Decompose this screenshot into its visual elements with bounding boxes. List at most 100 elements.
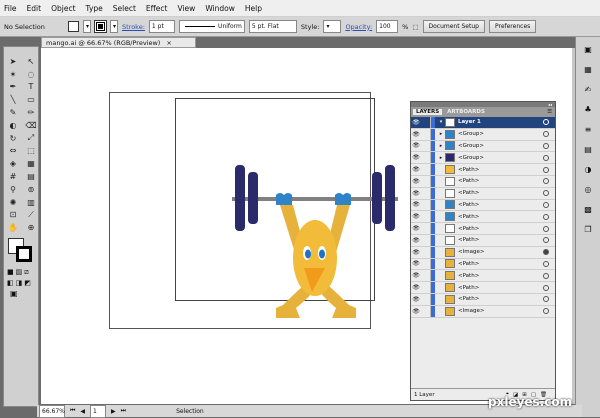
layer-item-row[interactable]: 👁 <Path> bbox=[411, 270, 555, 283]
target-icon[interactable] bbox=[543, 225, 549, 232]
eye-icon[interactable]: 👁 bbox=[411, 237, 421, 244]
tab-layers[interactable]: LAYERS bbox=[413, 109, 443, 115]
lock-toggle[interactable] bbox=[421, 164, 431, 175]
eye-icon[interactable]: 👁 bbox=[411, 225, 421, 232]
lock-toggle[interactable] bbox=[421, 305, 431, 317]
target-icon[interactable] bbox=[543, 308, 549, 315]
stroke-panel-icon[interactable]: ≡ bbox=[582, 125, 594, 137]
target-icon[interactable] bbox=[543, 296, 549, 303]
item-thumbnail bbox=[445, 235, 455, 245]
eye-icon[interactable]: 👁 bbox=[411, 213, 421, 220]
layer-item-row[interactable]: 👁 <Image> bbox=[411, 246, 555, 259]
eye-icon[interactable]: 👁 bbox=[411, 142, 421, 149]
lock-toggle[interactable] bbox=[421, 117, 431, 128]
color-panel-icon[interactable]: ▣ bbox=[582, 45, 594, 57]
target-icon[interactable] bbox=[543, 272, 549, 279]
item-thumbnail bbox=[445, 141, 455, 151]
eye-icon[interactable]: 👁 bbox=[411, 284, 421, 291]
lock-toggle[interactable] bbox=[421, 140, 431, 152]
lock-toggle[interactable] bbox=[421, 293, 431, 305]
next-artboard-icon[interactable]: ▶ bbox=[111, 408, 116, 415]
layer-item-row[interactable]: 👁 <Path> bbox=[411, 164, 555, 176]
item-name: <Image> bbox=[458, 249, 485, 256]
left-plate-inner bbox=[248, 172, 258, 224]
lock-toggle[interactable] bbox=[421, 187, 431, 199]
lock-toggle[interactable] bbox=[421, 234, 431, 246]
layer-item-row[interactable]: 👁 ▸ <Group> bbox=[411, 152, 555, 165]
transparency-panel-icon[interactable]: ◑ bbox=[582, 165, 594, 177]
layer-item-row[interactable]: 👁 <Path> bbox=[411, 175, 555, 188]
eye-icon[interactable]: 👁 bbox=[411, 154, 421, 161]
target-icon[interactable] bbox=[543, 284, 549, 291]
lock-toggle[interactable] bbox=[421, 175, 431, 187]
eye-icon[interactable]: 👁 bbox=[411, 201, 421, 208]
target-icon[interactable] bbox=[543, 154, 549, 161]
layer-item-row[interactable]: 👁 <Path> bbox=[411, 199, 555, 212]
item-thumbnail bbox=[445, 129, 455, 139]
artboard-number-field[interactable]: 1 bbox=[90, 404, 107, 418]
item-name: <Path> bbox=[458, 296, 480, 303]
collapse-icon[interactable]: ◂◂ bbox=[548, 102, 552, 107]
eye-icon[interactable]: 👁 bbox=[411, 260, 421, 267]
expand-icon[interactable]: ▾ bbox=[437, 119, 445, 125]
expand-icon[interactable]: ▸ bbox=[437, 131, 445, 137]
eye-icon[interactable]: 👁 bbox=[411, 178, 421, 185]
lock-toggle[interactable] bbox=[421, 270, 431, 282]
gradient-panel-icon[interactable]: ▤ bbox=[582, 145, 594, 157]
last-artboard-icon[interactable]: ⏭ bbox=[121, 407, 126, 415]
brushes-panel-icon[interactable]: ✍ bbox=[582, 85, 594, 97]
layer-item-row[interactable]: 👁 <Path> bbox=[411, 223, 555, 235]
tab-artboards[interactable]: ARTBOARDS bbox=[445, 109, 487, 115]
expand-icon[interactable]: ▸ bbox=[437, 155, 445, 161]
eye-icon[interactable]: 👁 bbox=[411, 166, 421, 173]
layer-item-row[interactable]: 👁 <Image> bbox=[411, 305, 555, 318]
eye-icon[interactable]: 👁 bbox=[411, 190, 421, 197]
target-icon[interactable] bbox=[543, 142, 549, 149]
layer-item-row[interactable]: 👁 <Path> bbox=[411, 187, 555, 200]
target-icon[interactable] bbox=[543, 178, 549, 185]
target-icon[interactable] bbox=[543, 213, 549, 220]
layer-item-row[interactable]: 👁 ▸ <Group> bbox=[411, 128, 555, 141]
zoom-field[interactable]: 66.67% bbox=[39, 404, 65, 418]
lock-toggle[interactable] bbox=[421, 199, 431, 211]
eye-icon[interactable]: 👁 bbox=[411, 131, 421, 138]
target-icon[interactable] bbox=[543, 131, 549, 138]
target-icon[interactable] bbox=[543, 190, 549, 197]
layers-panel-icon[interactable]: ❐ bbox=[582, 225, 594, 237]
swatches-panel-icon[interactable]: ▦ bbox=[582, 65, 594, 77]
eye-icon[interactable]: 👁 bbox=[411, 308, 421, 315]
layer-item-row[interactable]: 👁 ▸ <Group> bbox=[411, 140, 555, 153]
layer-item-row[interactable]: 👁 <Path> bbox=[411, 293, 555, 306]
lock-toggle[interactable] bbox=[421, 152, 431, 164]
prev-artboard-icon[interactable]: ◀ bbox=[80, 408, 85, 415]
watermark-logo: pxleyes.com bbox=[488, 395, 573, 409]
layer-item-row[interactable]: 👁 <Path> bbox=[411, 258, 555, 271]
current-tool-status[interactable]: Selection bbox=[176, 408, 204, 415]
target-icon[interactable] bbox=[543, 260, 549, 267]
layer-item-row[interactable]: 👁 <Path> bbox=[411, 234, 555, 247]
eye-icon[interactable]: 👁 bbox=[411, 249, 421, 256]
target-icon[interactable] bbox=[543, 119, 549, 126]
first-artboard-icon[interactable]: ⏮ bbox=[70, 407, 75, 415]
lock-toggle[interactable] bbox=[421, 128, 431, 140]
symbols-panel-icon[interactable]: ♣ bbox=[582, 105, 594, 117]
appearance-panel-icon[interactable]: ◎ bbox=[582, 185, 594, 197]
layer-row[interactable]: 👁 ▾ Layer 1 bbox=[411, 117, 555, 129]
lock-toggle[interactable] bbox=[421, 258, 431, 270]
panel-menu-icon[interactable]: ☰ bbox=[547, 109, 555, 115]
lock-toggle[interactable] bbox=[421, 211, 431, 223]
eye-icon[interactable]: 👁 bbox=[411, 119, 421, 126]
layer-item-row[interactable]: 👁 <Path> bbox=[411, 211, 555, 224]
expand-icon[interactable]: ▸ bbox=[437, 143, 445, 149]
eye-icon[interactable]: 👁 bbox=[411, 296, 421, 303]
target-icon[interactable] bbox=[543, 201, 549, 208]
lock-toggle[interactable] bbox=[421, 246, 431, 258]
target-icon[interactable] bbox=[543, 237, 549, 244]
lock-toggle[interactable] bbox=[421, 223, 431, 234]
layer-item-row[interactable]: 👁 <Path> bbox=[411, 282, 555, 294]
target-icon[interactable] bbox=[543, 249, 549, 256]
lock-toggle[interactable] bbox=[421, 282, 431, 293]
graphic-styles-icon[interactable]: ▩ bbox=[582, 205, 594, 217]
eye-icon[interactable]: 👁 bbox=[411, 272, 421, 279]
target-icon[interactable] bbox=[543, 166, 549, 173]
